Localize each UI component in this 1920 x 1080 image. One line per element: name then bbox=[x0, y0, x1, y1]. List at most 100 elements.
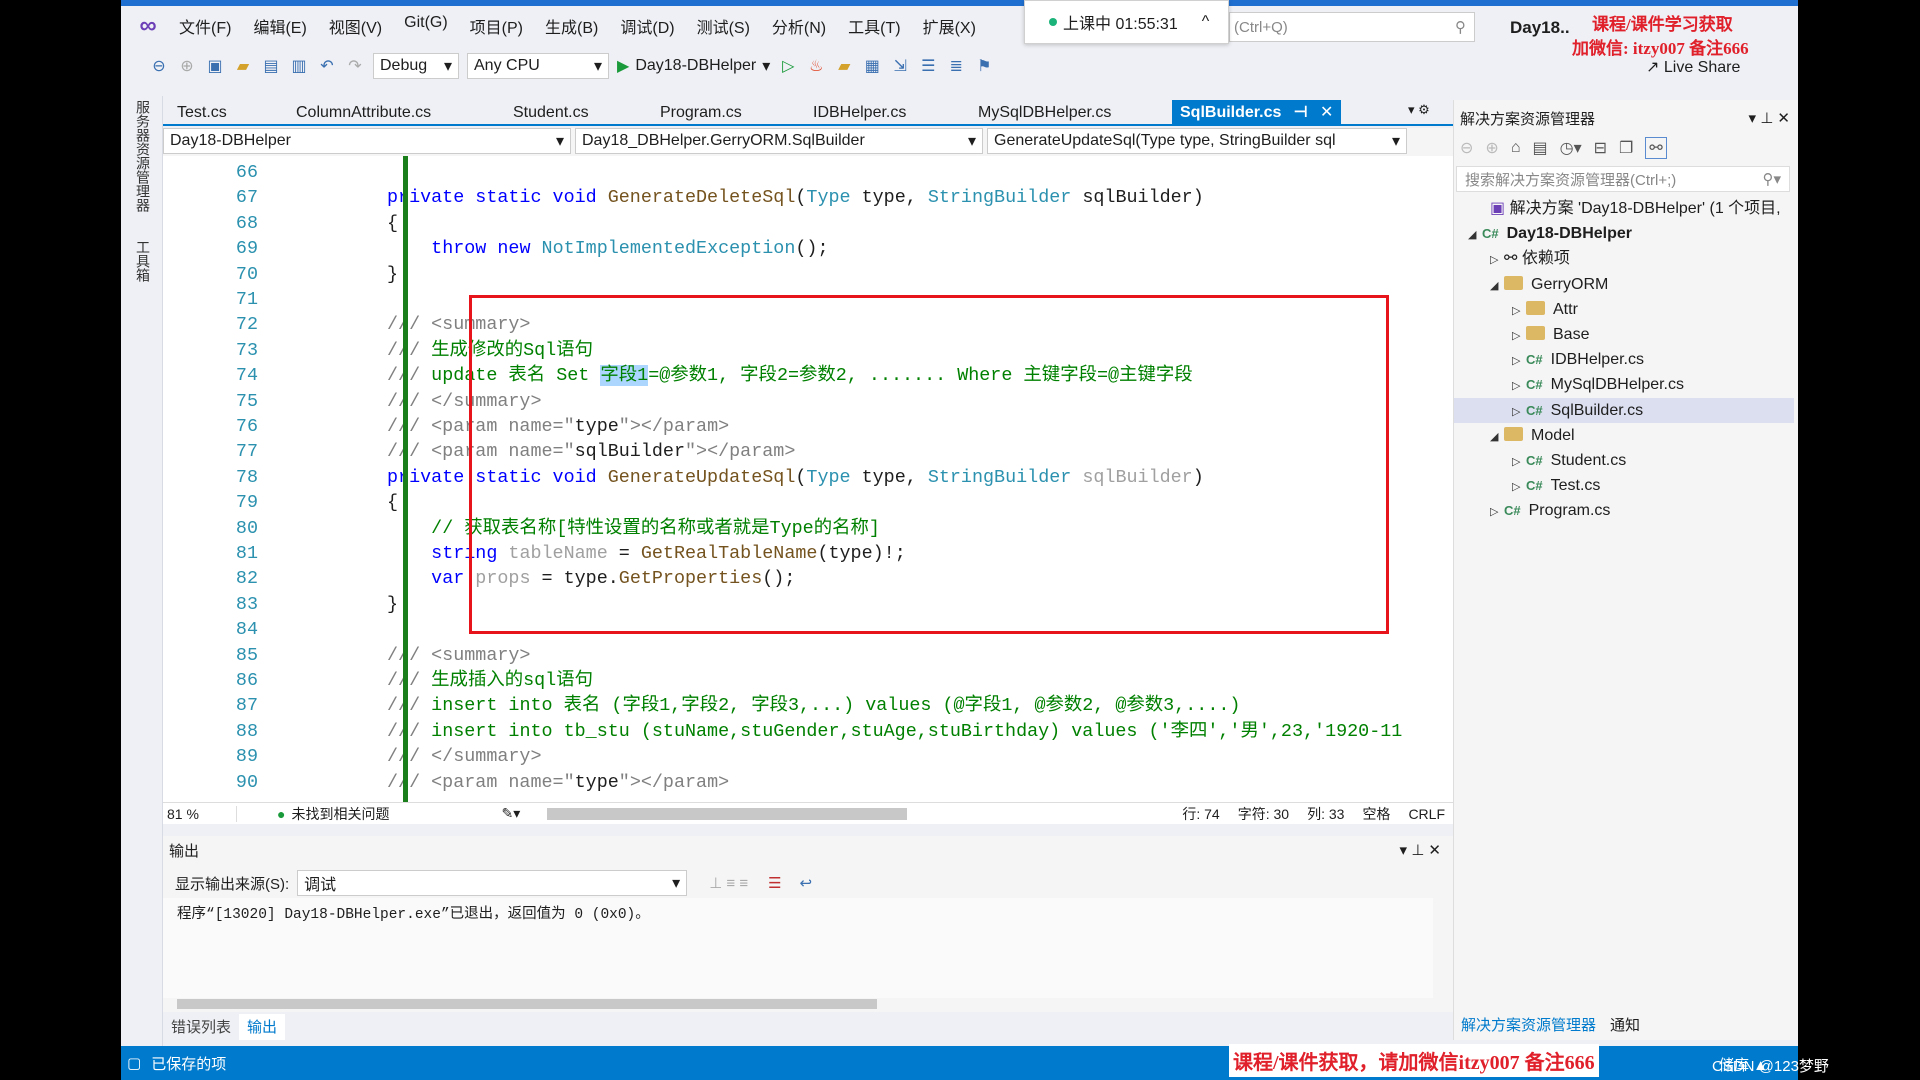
tab-overflow-icon[interactable]: ▾ ⚙ bbox=[1408, 102, 1430, 118]
config-select[interactable]: Debug ▾ bbox=[373, 53, 459, 79]
project-select[interactable]: Day18-DBHelper ▾ bbox=[163, 128, 571, 154]
class-select[interactable]: Day18_DBHelper.GerryORM.SqlBuilder ▾ bbox=[575, 128, 983, 154]
tree-node[interactable]: ◢ C# Day18-DBHelper bbox=[1454, 221, 1794, 246]
sync-icon[interactable]: ⚯ bbox=[1645, 137, 1667, 159]
menu-item[interactable]: 项目(P) bbox=[470, 14, 523, 38]
menu-item[interactable]: 分析(N) bbox=[772, 14, 826, 38]
step-icon[interactable]: ⇲ bbox=[890, 56, 910, 76]
tree-node[interactable]: ▷ ⚯ 依赖项 bbox=[1454, 246, 1794, 271]
back-icon[interactable]: ⊖ bbox=[1460, 138, 1473, 158]
issues-status[interactable]: 未找到相关问题 bbox=[291, 804, 501, 824]
tree-node[interactable]: ▷ Base bbox=[1454, 322, 1794, 347]
redo-icon[interactable]: ↷ bbox=[345, 56, 365, 76]
collapse-all-icon[interactable]: ⊟ bbox=[1594, 138, 1607, 158]
expand-icon[interactable]: ▷ bbox=[1490, 248, 1504, 273]
whitespace-mode[interactable]: 空格 bbox=[1362, 804, 1390, 824]
output-hscrollbar[interactable] bbox=[177, 999, 877, 1009]
member-select[interactable]: GenerateUpdateSql(Type type, StringBuild… bbox=[987, 128, 1407, 154]
menu-item[interactable]: 工具(T) bbox=[848, 14, 900, 38]
forward-icon[interactable]: ⊕ bbox=[1485, 138, 1498, 158]
comment-icon[interactable]: ≣ bbox=[946, 56, 966, 76]
toolbox-tab[interactable]: 工具箱 bbox=[133, 240, 153, 282]
tab-test-cs[interactable]: Test.cs bbox=[169, 100, 235, 126]
layout-icon[interactable]: ▦ bbox=[862, 56, 882, 76]
server-explorer-tab[interactable]: 服务器资源管理器 bbox=[133, 100, 153, 212]
show-all-icon[interactable]: ❐ bbox=[1619, 138, 1633, 158]
expand-icon[interactable]: ▷ bbox=[1490, 500, 1504, 525]
output-text[interactable]: 程序“[13020] Day18-DBHelper.exe”已退出，返回值为 0… bbox=[163, 898, 1433, 998]
tab-sqlbuilder-cs[interactable]: SqlBuilder.cs ⊣ ✕ bbox=[1172, 100, 1342, 126]
tab-mysqldbhelper-cs[interactable]: MySqlDBHelper.cs bbox=[970, 100, 1119, 126]
recording-badge[interactable]: 上课中 01:55:31 ^ bbox=[1024, 0, 1229, 44]
menu-item[interactable]: Git(G) bbox=[404, 14, 448, 38]
back-icon[interactable]: ⊖ bbox=[149, 56, 169, 76]
find-icon[interactable]: ⊥ ≡ ≡ bbox=[709, 874, 748, 892]
tree-node[interactable]: ◢ Model bbox=[1454, 423, 1794, 448]
collapse-icon[interactable]: ◢ bbox=[1490, 425, 1504, 450]
tab-solution-explorer[interactable]: 解决方案资源管理器 bbox=[1461, 1014, 1596, 1035]
menu-item[interactable]: 调试(D) bbox=[620, 14, 674, 38]
search-input[interactable]: (Ctrl+Q) ⚲ bbox=[1229, 12, 1475, 42]
tree-node[interactable]: ▷ C# MySqlDBHelper.cs bbox=[1454, 372, 1794, 397]
menu-item[interactable]: 视图(V) bbox=[329, 14, 382, 38]
word-wrap-icon[interactable]: ↩ bbox=[800, 874, 813, 892]
tree-node[interactable]: ▣ 解决方案 'Day18-DBHelper' (1 个项目, bbox=[1454, 196, 1794, 221]
new-item-icon[interactable]: ▣ bbox=[205, 56, 225, 76]
repository-button[interactable]: 储库 ▲ bbox=[1719, 1054, 1768, 1075]
collapse-icon[interactable]: ◢ bbox=[1490, 274, 1504, 299]
chevron-up-icon[interactable]: ^ bbox=[1202, 13, 1210, 31]
zoom-select[interactable]: 81 % bbox=[163, 805, 237, 822]
line-ending[interactable]: CRLF bbox=[1408, 806, 1445, 822]
panel-menu-icon[interactable]: ▾ ⊥ ✕ bbox=[1400, 841, 1442, 859]
tab-error-list[interactable]: 错误列表 bbox=[163, 1014, 239, 1040]
tab-program-cs[interactable]: Program.cs bbox=[652, 100, 750, 126]
tab-output[interactable]: 输出 bbox=[239, 1014, 286, 1040]
open-icon[interactable]: ▰ bbox=[233, 56, 253, 76]
tab-idbhelper-cs[interactable]: IDBHelper.cs bbox=[805, 100, 914, 126]
brush-icon[interactable]: ✎▾ bbox=[501, 805, 537, 822]
tab-student-cs[interactable]: Student.cs bbox=[505, 100, 597, 126]
menu-item[interactable]: 生成(B) bbox=[545, 14, 598, 38]
tree-node[interactable]: ▷ C# IDBHelper.cs bbox=[1454, 347, 1794, 372]
folder-icon[interactable]: ▰ bbox=[834, 56, 854, 76]
expand-icon[interactable]: ▷ bbox=[1512, 400, 1526, 425]
home-icon[interactable]: ⌂ bbox=[1511, 139, 1521, 157]
menu-item[interactable]: 扩展(X) bbox=[923, 14, 976, 38]
close-tab-icon[interactable]: ✕ bbox=[1320, 100, 1333, 126]
tree-node[interactable]: ▷ C# Test.cs bbox=[1454, 473, 1794, 498]
collapse-icon[interactable]: ◢ bbox=[1468, 223, 1482, 248]
expand-icon[interactable]: ▷ bbox=[1512, 299, 1526, 324]
tab-notifications[interactable]: 通知 bbox=[1610, 1014, 1640, 1035]
clear-all-icon[interactable]: ☰ bbox=[768, 874, 781, 892]
start-without-debug-icon[interactable]: ▷ bbox=[778, 56, 798, 76]
menu-item[interactable]: 测试(S) bbox=[697, 14, 750, 38]
start-button[interactable]: ▶ Day18-DBHelper ▾ bbox=[617, 56, 770, 76]
undo-icon[interactable]: ↶ bbox=[317, 56, 337, 76]
solution-search-input[interactable]: 搜索解决方案资源管理器(Ctrl+;) ⚲▾ bbox=[1456, 166, 1790, 192]
panel-controls-icon[interactable]: ▾ ⊥ ✕ bbox=[1749, 109, 1791, 127]
tree-node[interactable]: ▷ C# Program.cs bbox=[1454, 498, 1794, 523]
bookmark-icon[interactable]: ⚑ bbox=[974, 56, 994, 76]
expand-icon[interactable]: ▷ bbox=[1512, 450, 1526, 475]
tree-node[interactable]: ▷ C# Student.cs bbox=[1454, 448, 1794, 473]
tab-columnattribute-cs[interactable]: ColumnAttribute.cs bbox=[288, 100, 439, 126]
menu-item[interactable]: 文件(F) bbox=[179, 14, 231, 38]
platform-select[interactable]: Any CPU ▾ bbox=[467, 53, 609, 79]
pin-icon[interactable]: ⊣ bbox=[1293, 100, 1308, 126]
format-icon[interactable]: ☰ bbox=[918, 56, 938, 76]
expand-icon[interactable]: ▷ bbox=[1512, 475, 1526, 500]
tree-node[interactable]: ▷ Attr bbox=[1454, 297, 1794, 322]
switch-view-icon[interactable]: ▤ bbox=[1532, 138, 1547, 158]
expand-icon[interactable]: ▷ bbox=[1512, 324, 1526, 349]
forward-icon[interactable]: ⊕ bbox=[177, 56, 197, 76]
expand-icon[interactable]: ▷ bbox=[1512, 374, 1526, 399]
live-share-button[interactable]: ↗ Live Share bbox=[1646, 57, 1740, 77]
horizontal-scrollbar[interactable] bbox=[547, 807, 908, 820]
tree-node[interactable]: ▷ C# SqlBuilder.cs bbox=[1454, 397, 1794, 425]
expand-icon[interactable]: ▷ bbox=[1512, 349, 1526, 374]
tree-node[interactable]: ◢ GerryORM bbox=[1454, 272, 1794, 297]
code-editor[interactable]: 66 67 private static void GenerateDeleteSq… bbox=[163, 156, 1453, 802]
save-all-icon[interactable]: ▥ bbox=[289, 56, 309, 76]
hot-reload-icon[interactable]: ♨ bbox=[806, 56, 826, 76]
save-icon[interactable]: ▤ bbox=[261, 56, 281, 76]
